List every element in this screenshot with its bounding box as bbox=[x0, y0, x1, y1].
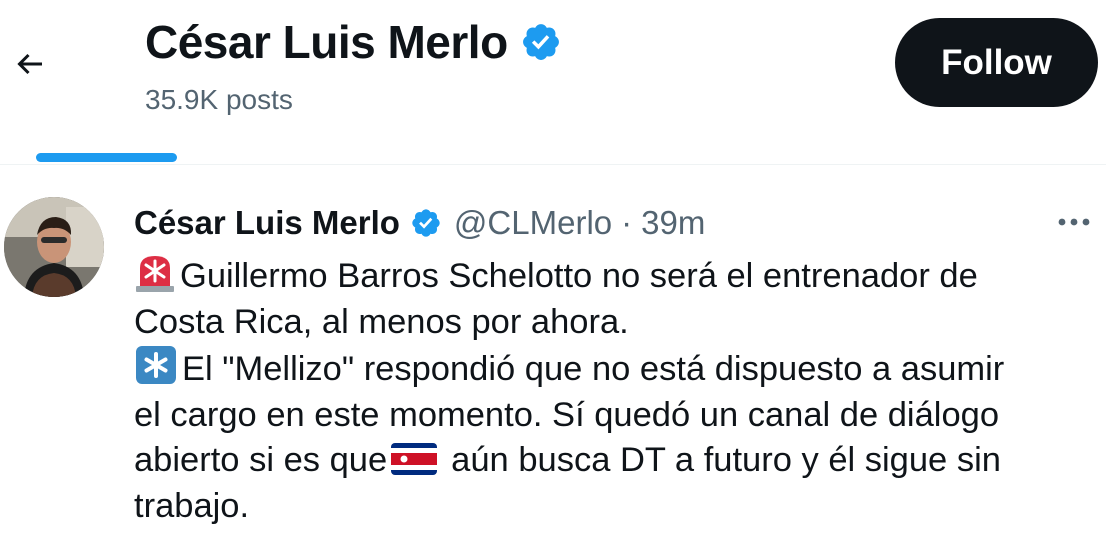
avatar-photo bbox=[4, 197, 104, 297]
verified-badge bbox=[410, 207, 442, 239]
author-handle[interactable]: @CLMerlo bbox=[454, 204, 612, 242]
back-button[interactable] bbox=[8, 42, 52, 86]
post-time[interactable]: 39m bbox=[641, 204, 705, 242]
profile-title: César Luis Merlo bbox=[145, 14, 562, 70]
tweet-header: César Luis Merlo @CLMerlo · 39m bbox=[134, 200, 705, 246]
profile-header: César Luis Merlo 35.9K posts Follow bbox=[0, 0, 1106, 165]
more-options-icon bbox=[1058, 218, 1090, 226]
tweet-line-2: Costa Rica, al menos por ahora. bbox=[134, 302, 629, 341]
tweet-line: abierto si es que aún busca DT a futuro … bbox=[134, 438, 1102, 484]
follow-button[interactable]: Follow bbox=[895, 18, 1098, 107]
verified-badge-icon bbox=[412, 209, 440, 237]
tweet-line-1: Guillermo Barros Schelotto no será el en… bbox=[180, 257, 978, 295]
tweet-line: Guillermo Barros Schelotto no será el en… bbox=[134, 254, 1102, 300]
back-arrow-icon bbox=[17, 53, 42, 75]
asterisk-emoji-icon bbox=[136, 346, 176, 384]
meta-separator: · bbox=[621, 204, 633, 241]
tweet-line-5b: aún busca DT a futuro y él sigue sin bbox=[451, 441, 1001, 479]
posts-count: 35.9K posts bbox=[145, 84, 293, 115]
header-divider bbox=[0, 164, 1106, 165]
more-options-button[interactable] bbox=[1050, 202, 1098, 242]
tweet-line-5a: abierto si es que bbox=[134, 441, 388, 479]
costa-rica-flag-icon bbox=[391, 443, 438, 475]
siren-emoji-icon bbox=[136, 256, 174, 292]
tweet-line-4: el cargo en este momento. Sí quedó un ca… bbox=[134, 395, 1000, 434]
author-name[interactable]: César Luis Merlo bbox=[134, 204, 400, 242]
tweet-line-3: El "Mellizo" respondió que no está dispu… bbox=[182, 350, 1005, 388]
tweet-line: El "Mellizo" respondió que no está dispu… bbox=[134, 345, 1102, 393]
tab-indicator bbox=[36, 153, 177, 162]
tweet-text: Guillermo Barros Schelotto no será el en… bbox=[134, 254, 1102, 529]
profile-name: César Luis Merlo bbox=[145, 16, 508, 68]
tweet-line-6: trabajo. bbox=[134, 486, 250, 525]
verified-badge-icon bbox=[522, 24, 559, 60]
avatar[interactable] bbox=[4, 197, 104, 297]
